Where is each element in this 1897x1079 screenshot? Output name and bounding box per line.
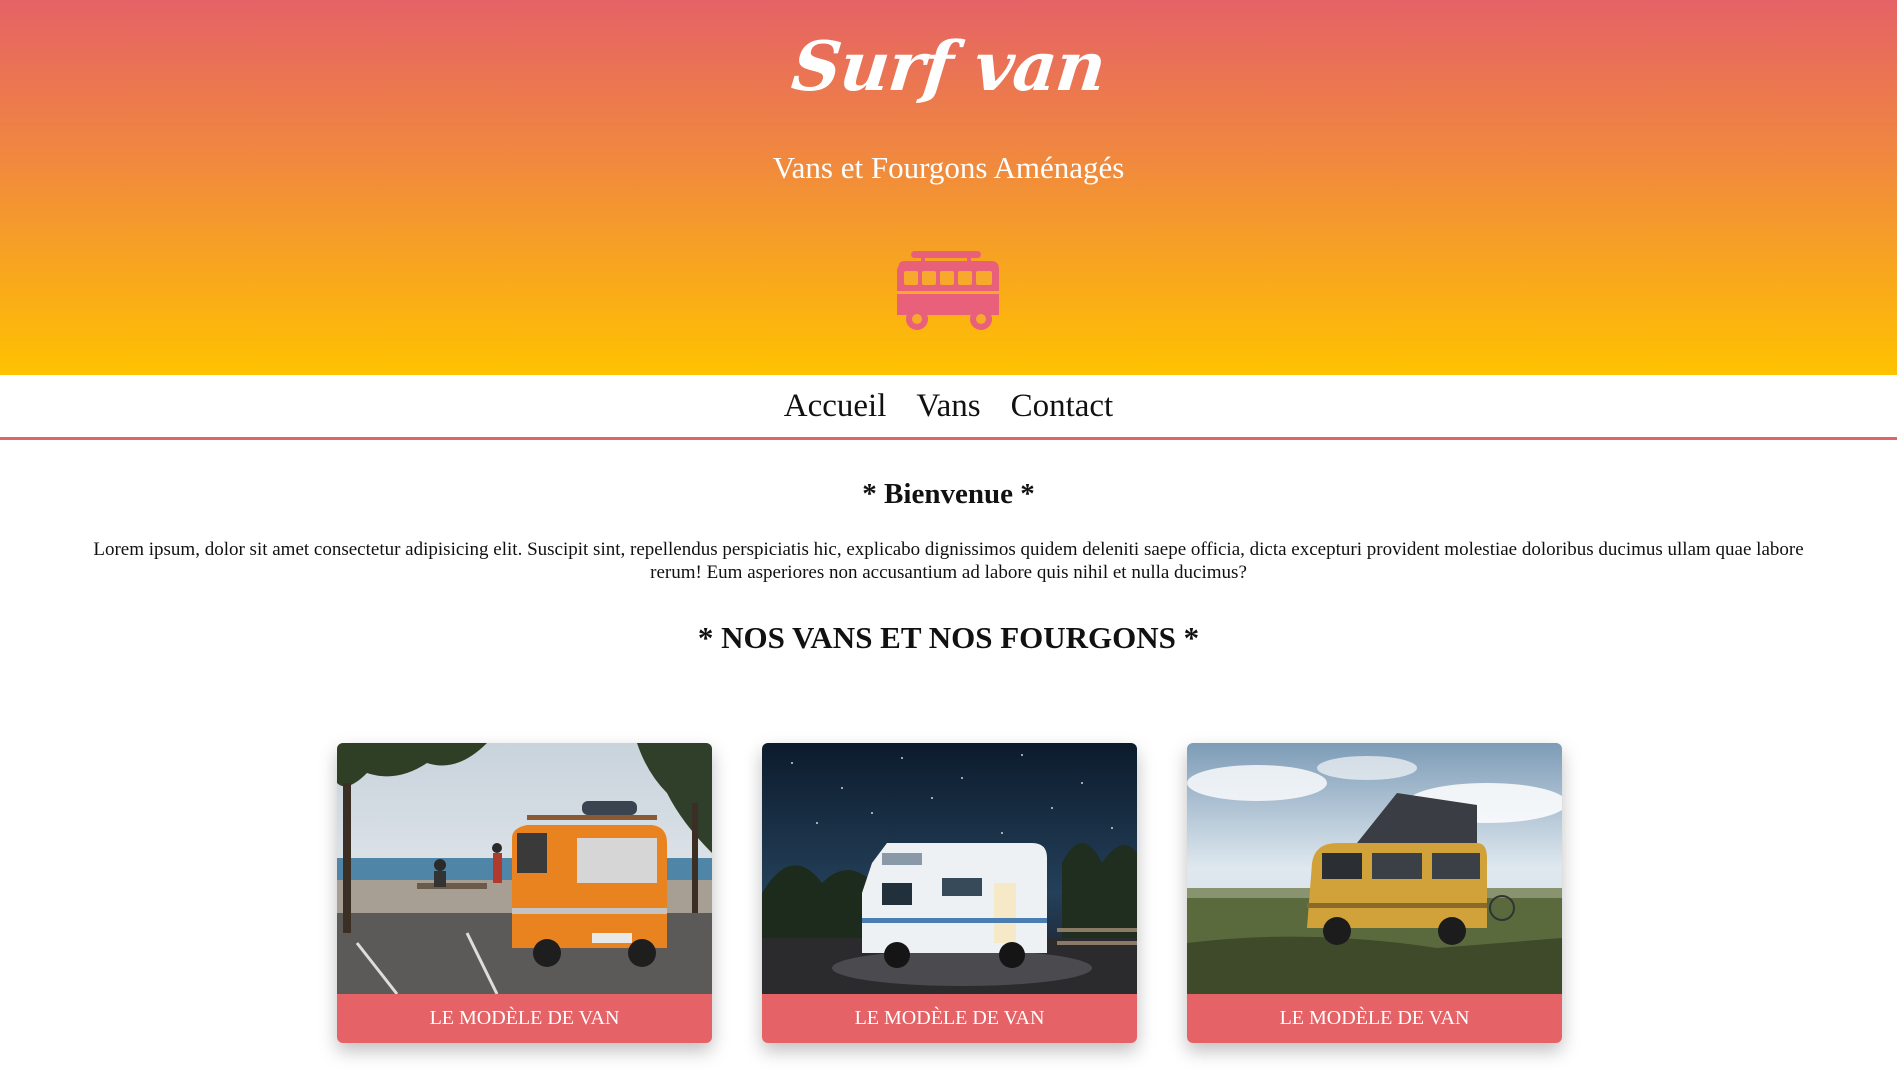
- van-card-label: LE MODÈLE DE VAN: [1187, 994, 1562, 1043]
- yellow-van-poptop-photo: [1187, 743, 1562, 994]
- van-card-label: LE MODÈLE DE VAN: [762, 994, 1137, 1043]
- van-icon: [897, 251, 999, 330]
- main-nav: Accueil Vans Contact: [0, 375, 1897, 440]
- welcome-title: * Bienvenue *: [862, 478, 1035, 510]
- hero-header: Surf van Vans et Fourgons Aménagés: [0, 0, 1897, 375]
- nav-links: Accueil Vans Contact: [784, 386, 1113, 426]
- nav-link-vans[interactable]: Vans: [916, 386, 980, 426]
- nav-link-contact[interactable]: Contact: [1011, 386, 1114, 426]
- welcome-text: Lorem ipsum, dolor sit amet consectetur …: [93, 539, 1804, 583]
- van-card-1[interactable]: LE MODÈLE DE VAN: [337, 743, 712, 1043]
- nav-link-accueil[interactable]: Accueil: [784, 386, 887, 426]
- orange-van-beach-photo: [337, 743, 712, 994]
- site-logo[interactable]: Surf van: [0, 22, 1897, 112]
- camper-night-sky-photo: [762, 743, 1137, 994]
- van-card-2[interactable]: LE MODÈLE DE VAN: [762, 743, 1137, 1043]
- van-card-label: LE MODÈLE DE VAN: [337, 994, 712, 1043]
- vans-section-title: * NOS VANS ET NOS FOURGONS *: [697, 620, 1200, 655]
- tagline: Vans et Fourgons Aménagés: [772, 150, 1125, 185]
- van-card-3[interactable]: LE MODÈLE DE VAN: [1187, 743, 1562, 1043]
